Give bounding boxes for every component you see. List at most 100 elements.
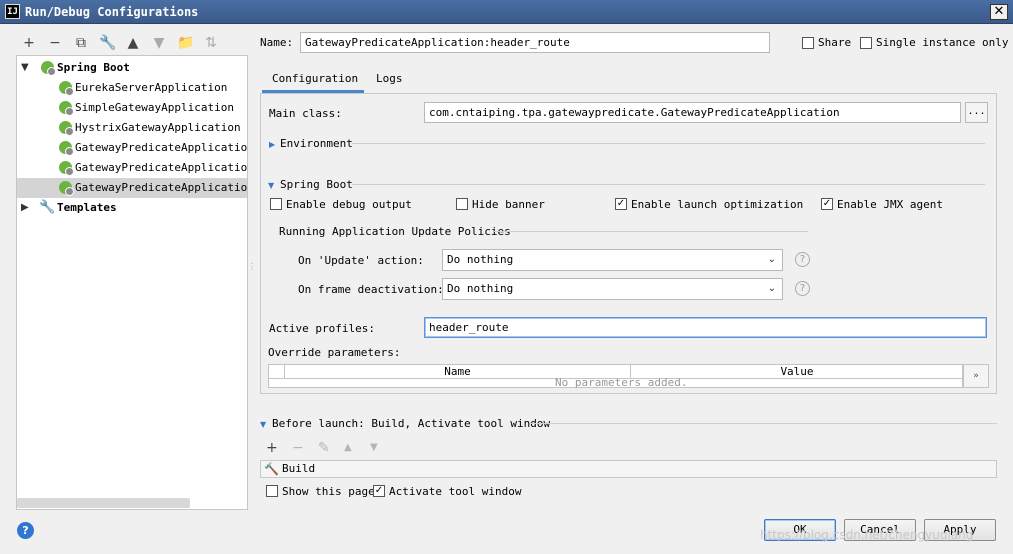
spring-boot-section-label[interactable]: Spring Boot — [280, 178, 353, 191]
activate-tool-window-checkbox[interactable]: ✓ — [373, 485, 385, 497]
tree-item-label: GatewayPredicateApplication:b — [75, 161, 247, 174]
chevron-down-icon: ⌄ — [767, 254, 776, 265]
divider — [352, 143, 985, 144]
table-empty-text: No parameters added. — [555, 376, 688, 389]
tree-node-label: Templates — [57, 201, 117, 214]
close-window-button[interactable]: ✕ — [990, 4, 1008, 20]
tree-node-label: Spring Boot — [57, 61, 130, 74]
copy-icon[interactable]: ⧉ — [73, 35, 89, 51]
chevron-right-icon[interactable]: ▶ — [21, 198, 29, 218]
chevron-right-icon[interactable]: ▶ — [269, 140, 275, 149]
wrench-icon: 🔧 — [39, 200, 56, 215]
tree-item-label: SimpleGatewayApplication — [75, 101, 234, 114]
plus-icon[interactable]: + — [21, 35, 37, 51]
help-question-icon[interactable]: ? — [795, 252, 810, 267]
divider — [530, 423, 997, 424]
watermark-text: https://blog.csdn.net/chengyuqiang — [760, 528, 974, 542]
single-instance-checkbox[interactable] — [860, 37, 872, 49]
override-parameters-table[interactable]: Name Value No parameters added. — [268, 364, 963, 389]
divider — [352, 184, 985, 185]
enable-launch-optimization-checkbox[interactable]: ✓ — [615, 198, 627, 210]
spring-boot-icon — [59, 181, 74, 196]
spring-boot-icon — [59, 101, 74, 116]
tree-item[interactable]: SimpleGatewayApplication — [17, 98, 247, 118]
table-header-spacer — [269, 365, 285, 379]
tree-item-selected[interactable]: GatewayPredicateApplication:h — [17, 178, 247, 198]
show-this-page-label: Show this page — [282, 485, 375, 498]
tab-logs[interactable]: Logs — [376, 72, 403, 85]
show-this-page-checkbox[interactable] — [266, 485, 278, 497]
update-action-label: On 'Update' action: — [298, 254, 424, 267]
divider — [494, 231, 808, 232]
wrench-icon[interactable]: 🔧 — [99, 35, 116, 51]
enable-debug-output-label: Enable debug output — [286, 198, 412, 211]
tree-item[interactable]: HystrixGatewayApplication — [17, 118, 247, 138]
activate-tool-window-label: Activate tool window — [389, 485, 522, 498]
share-checkbox[interactable] — [802, 37, 814, 49]
arrow-up-icon[interactable]: ▲ — [125, 35, 141, 51]
browse-main-class-button[interactable]: ... — [965, 102, 988, 123]
spring-boot-icon — [59, 161, 74, 176]
tree-item-label: EurekaServerApplication — [75, 81, 228, 94]
expand-parameters-button[interactable]: » — [963, 364, 989, 388]
name-label: Name: — [260, 36, 294, 49]
frame-deactivation-value: Do nothing — [447, 282, 514, 295]
chevron-down-icon[interactable]: ▼ — [268, 181, 274, 190]
chevron-down-icon[interactable]: ▼ — [260, 420, 266, 429]
spring-boot-icon — [59, 81, 74, 96]
minus-icon[interactable]: − — [47, 35, 63, 51]
configurations-tree[interactable]: ▼ Spring Boot EurekaServerApplication Si… — [16, 55, 248, 510]
active-profiles-label: Active profiles: — [269, 322, 375, 335]
frame-deactivation-select[interactable]: Do nothing ⌄ — [442, 278, 783, 300]
spring-boot-icon — [59, 121, 74, 136]
hammer-icon: 🔨 — [264, 462, 279, 476]
enable-jmx-agent-checkbox[interactable]: ✓ — [821, 198, 833, 210]
before-launch-item-build[interactable]: 🔨 Build — [260, 460, 997, 478]
single-instance-label: Single instance only — [876, 36, 1009, 49]
minus-icon[interactable]: − — [292, 440, 304, 456]
tree-item-label: HystrixGatewayApplication — [75, 121, 241, 134]
hide-banner-label: Hide banner — [472, 198, 545, 211]
hide-banner-checkbox[interactable] — [456, 198, 468, 210]
build-label: Build — [282, 462, 316, 475]
arrow-up-icon[interactable]: ▲ — [344, 442, 352, 453]
tree-item[interactable]: GatewayPredicateApplication:s — [17, 138, 247, 158]
spring-boot-icon — [59, 141, 74, 156]
help-question-icon[interactable]: ? — [795, 281, 810, 296]
tree-node-templates[interactable]: ▶ 🔧 Templates — [17, 198, 247, 218]
update-action-select[interactable]: Do nothing ⌄ — [442, 249, 783, 271]
before-launch-label[interactable]: Before launch: Build, Activate tool wind… — [272, 417, 550, 430]
arrow-down-icon[interactable]: ▼ — [370, 442, 378, 453]
tree-node-spring-boot[interactable]: ▼ Spring Boot — [17, 58, 247, 78]
update-action-value: Do nothing — [447, 253, 514, 266]
update-policies-title: Running Application Update Policies — [279, 225, 511, 238]
enable-jmx-agent-label: Enable JMX agent — [837, 198, 943, 211]
main-class-input[interactable]: com.cntaiping.tpa.gatewaypredicate.Gatew… — [424, 102, 961, 123]
tree-item[interactable]: GatewayPredicateApplication:b — [17, 158, 247, 178]
pencil-icon[interactable]: ✎ — [318, 440, 330, 456]
tree-item-label: GatewayPredicateApplication:h — [75, 181, 247, 194]
share-label: Share — [818, 36, 852, 49]
sort-icon[interactable]: ⇅ — [203, 35, 219, 51]
window-title: Run/Debug Configurations — [25, 5, 199, 19]
help-icon[interactable]: ? — [17, 522, 34, 539]
plus-icon[interactable]: + — [266, 440, 278, 456]
chevron-down-icon[interactable]: ▼ — [21, 58, 29, 78]
splitter-handle[interactable]: ⋮ — [248, 262, 256, 276]
folder-icon[interactable]: 📁 — [177, 35, 194, 51]
spring-boot-icon — [41, 61, 56, 76]
chevron-down-icon: ⌄ — [767, 283, 776, 294]
tree-item[interactable]: EurekaServerApplication — [17, 78, 247, 98]
active-profiles-input[interactable]: header_route — [424, 317, 987, 338]
name-input[interactable]: GatewayPredicateApplication:header_route — [300, 32, 770, 53]
tab-configuration[interactable]: Configuration — [272, 72, 358, 85]
environment-section-label[interactable]: Environment — [280, 137, 353, 150]
tree-horizontal-scrollbar[interactable] — [17, 498, 190, 508]
enable-launch-optimization-label: Enable launch optimization — [631, 198, 804, 211]
enable-debug-output-checkbox[interactable] — [270, 198, 282, 210]
frame-deactivation-label: On frame deactivation: — [298, 283, 444, 296]
main-class-label: Main class: — [269, 107, 342, 120]
arrow-down-icon[interactable]: ▼ — [151, 35, 167, 51]
override-parameters-label: Override parameters: — [268, 346, 401, 359]
intellij-logo-icon: IJ — [5, 4, 20, 19]
